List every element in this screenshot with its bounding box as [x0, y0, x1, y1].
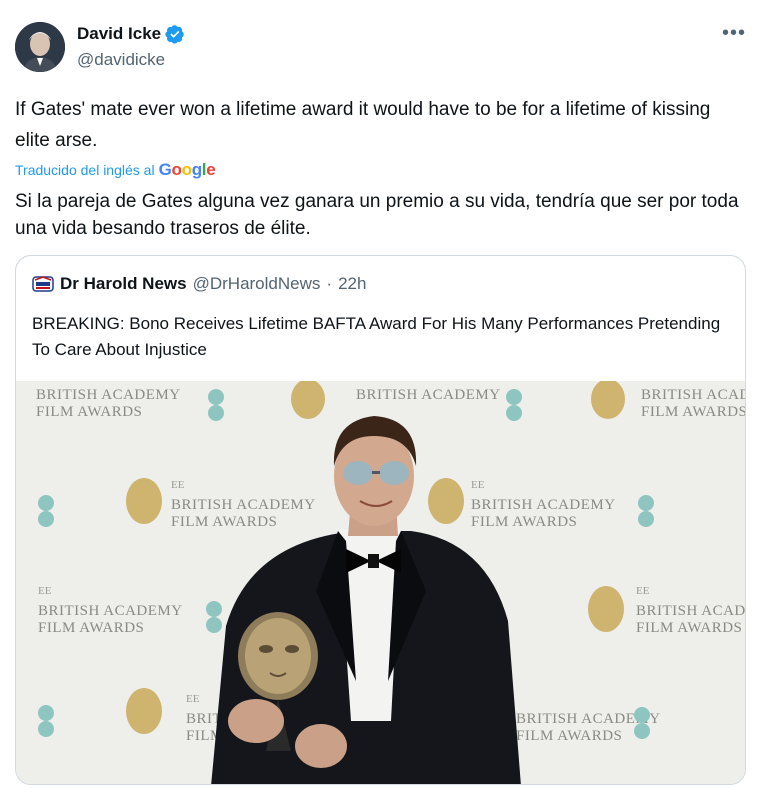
- translation-attribution[interactable]: Traducido del inglés al Google: [15, 160, 216, 180]
- photo-artwork: [38, 381, 654, 784]
- dot-separator: ·: [326, 274, 333, 293]
- google-logo: Google: [158, 160, 216, 179]
- more-options-icon[interactable]: •••: [722, 22, 746, 45]
- avatar-image: [15, 22, 65, 72]
- author-handle[interactable]: @davidicke: [77, 50, 165, 70]
- translated-text: Si la pareja de Gates alguna vez ganara …: [15, 191, 739, 239]
- author-name[interactable]: David Icke: [77, 24, 161, 44]
- dr-harold-news-logo-icon: [32, 276, 54, 292]
- quoted-tweet-photo[interactable]: BRITISH ACADEMY FILM AWARDS BRITISH ACADE…: [16, 381, 745, 784]
- verified-badge-icon: [165, 25, 184, 44]
- quoted-timestamp: 22h: [338, 274, 367, 293]
- quoted-author-name: Dr Harold News: [60, 274, 187, 293]
- quoted-tweet-text: BREAKING: Bono Receives Lifetime BAFTA A…: [32, 314, 721, 359]
- quoted-tweet-header: Dr Harold News @DrHaroldNews · 22h: [32, 274, 366, 294]
- quoted-author-handle: @DrHaroldNews: [192, 274, 321, 293]
- translated-label[interactable]: Traducido del inglés al: [15, 162, 155, 178]
- author-name-row[interactable]: David Icke: [77, 24, 185, 44]
- quoted-tweet[interactable]: Dr Harold News @DrHaroldNews · 22h BREAK…: [15, 255, 746, 785]
- tweet-text: If Gates' mate ever won a lifetime award…: [15, 99, 711, 151]
- avatar[interactable]: [15, 22, 65, 72]
